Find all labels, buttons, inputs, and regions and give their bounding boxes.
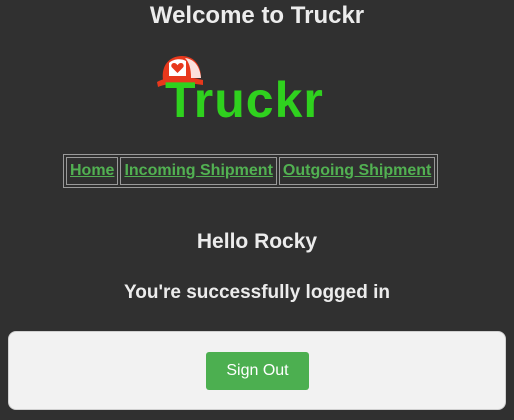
nav-link-incoming-shipment[interactable]: Incoming Shipment: [124, 162, 272, 179]
nav-cell-incoming: Incoming Shipment: [120, 157, 277, 185]
nav-link-home[interactable]: Home: [70, 162, 114, 179]
page-title: Welcome to Truckr: [149, 2, 365, 29]
nav-link-outgoing-shipment[interactable]: Outgoing Shipment: [283, 162, 431, 179]
logo-wordmark: Truckr: [165, 72, 324, 128]
nav-cell-outgoing: Outgoing Shipment: [278, 157, 436, 185]
sign-out-button[interactable]: Sign Out: [206, 352, 309, 390]
truckr-logo: Truckr: [155, 52, 360, 132]
login-status-message: You're successfully logged in: [123, 282, 390, 303]
greeting-heading: Hello Rocky: [196, 230, 318, 253]
nav-cell-home: Home: [66, 157, 119, 185]
signout-panel: Sign Out: [8, 331, 506, 410]
main-nav: Home Incoming Shipment Outgoing Shipment: [63, 154, 439, 188]
